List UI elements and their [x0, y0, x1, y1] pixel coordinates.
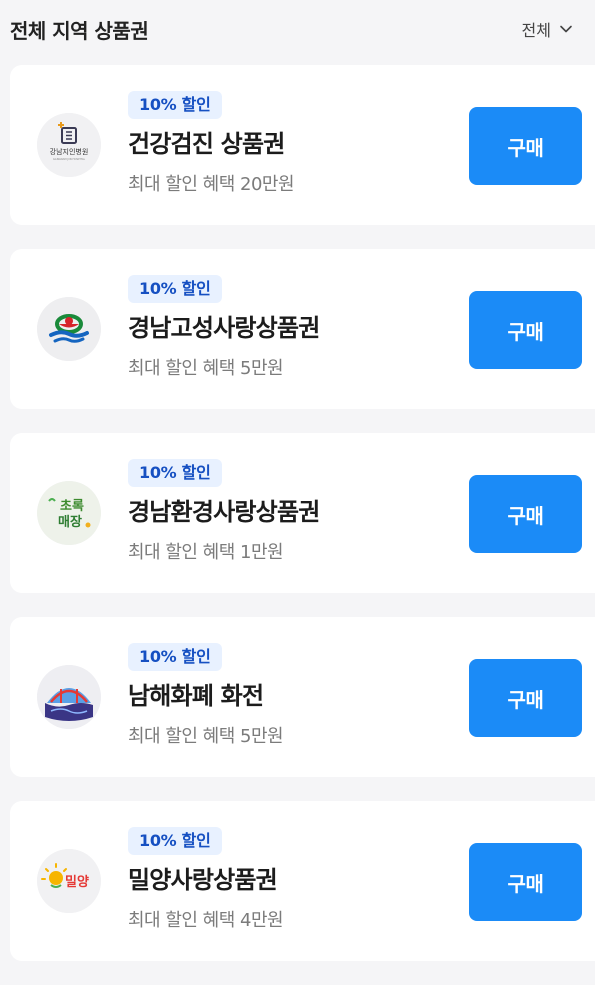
miryang-sun-logo-icon: 밀양 — [37, 849, 101, 913]
voucher-max-benefit: 최대 할인 혜택 5만원 — [128, 358, 284, 379]
discount-badge: 10% 할인 — [128, 91, 222, 119]
buy-button[interactable]: 구매 — [469, 659, 582, 737]
green-store-logo-bottom: 매장 — [58, 514, 82, 530]
voucher-max-benefit: 최대 할인 혜택 1만원 — [128, 542, 284, 563]
region-filter-label: 전체 — [521, 21, 551, 40]
chevron-down-icon — [560, 25, 572, 33]
green-store-logo-icon: 초록 매장 — [37, 481, 101, 545]
voucher-name: 경남고성사랑상품권 — [128, 314, 320, 342]
discount-badge: 10% 할인 — [128, 827, 222, 855]
namhae-bridge-logo-icon — [37, 665, 101, 729]
voucher-list: 강남지인병원 GANGNAM JIIN HOSPITAL 10% 할인 건강검진… — [10, 65, 595, 985]
voucher-card: 밀양 10% 할인 밀양사랑상품권 최대 할인 혜택 4만원 구매 — [10, 801, 595, 961]
page-title: 전체 지역 상품권 — [10, 18, 149, 43]
gangnam-logo-subtext: GANGNAM JIIN HOSPITAL — [53, 157, 86, 161]
miryang-logo-text: 밀양 — [65, 875, 89, 890]
discount-badge: 10% 할인 — [128, 275, 222, 303]
voucher-card: 강남지인병원 GANGNAM JIIN HOSPITAL 10% 할인 건강검진… — [10, 65, 595, 225]
goseong-emblem-logo-icon — [37, 297, 101, 361]
discount-badge: 10% 할인 — [128, 643, 222, 671]
gangnam-hospital-logo-icon: 강남지인병원 GANGNAM JIIN HOSPITAL — [37, 113, 101, 177]
voucher-name: 건강검진 상품권 — [128, 130, 285, 158]
voucher-max-benefit: 최대 할인 혜택 5만원 — [128, 726, 284, 747]
buy-button[interactable]: 구매 — [469, 843, 582, 921]
buy-button[interactable]: 구매 — [469, 291, 582, 369]
voucher-card: 10% 할인 남해화폐 화전 최대 할인 혜택 5만원 구매 — [10, 617, 595, 777]
voucher-name: 남해화폐 화전 — [128, 682, 264, 710]
voucher-card: 초록 매장 10% 할인 경남환경사랑상품권 최대 할인 혜택 1만원 구매 — [10, 433, 595, 593]
page-header: 전체 지역 상품권 전체 — [0, 0, 595, 58]
voucher-card: 10% 할인 경남고성사랑상품권 최대 할인 혜택 5만원 구매 — [10, 249, 595, 409]
voucher-name: 경남환경사랑상품권 — [128, 498, 320, 526]
gangnam-logo-text: 강남지인병원 — [50, 147, 89, 156]
buy-button[interactable]: 구매 — [469, 475, 582, 553]
region-filter-dropdown[interactable]: 전체 — [522, 17, 573, 41]
buy-button[interactable]: 구매 — [469, 107, 582, 185]
voucher-max-benefit: 최대 할인 혜택 20만원 — [128, 174, 295, 195]
voucher-name: 밀양사랑상품권 — [128, 866, 278, 894]
green-store-logo-top: 초록 — [60, 499, 84, 514]
discount-badge: 10% 할인 — [128, 459, 222, 487]
voucher-max-benefit: 최대 할인 혜택 4만원 — [128, 910, 284, 931]
